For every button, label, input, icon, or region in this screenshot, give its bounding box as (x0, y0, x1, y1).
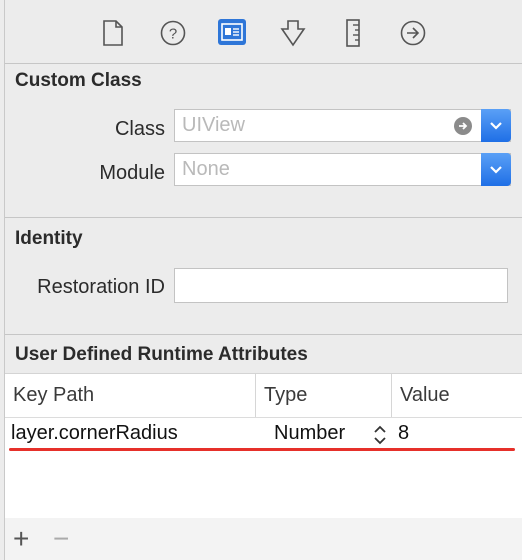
inspector-toolbar: ? (5, 0, 522, 64)
red-underline-annotation (9, 448, 515, 451)
svg-text:?: ? (169, 26, 177, 43)
column-header-value[interactable]: Value (392, 374, 522, 417)
class-placeholder: UIView (182, 114, 245, 136)
restoration-id-input[interactable] (174, 268, 508, 303)
class-field[interactable]: UIView (174, 109, 511, 142)
attributes-inspector-icon[interactable] (278, 18, 308, 48)
module-label: Module (99, 162, 165, 184)
class-dropdown-button[interactable] (481, 109, 511, 142)
add-attribute-button[interactable]: + (13, 525, 29, 553)
module-placeholder: None (182, 158, 230, 180)
type-stepper-icon[interactable] (373, 424, 387, 451)
module-field[interactable]: None (174, 153, 511, 186)
custom-class-title: Custom Class (15, 70, 142, 91)
identity-inspector-icon[interactable] (218, 19, 246, 45)
connections-inspector-icon[interactable] (398, 18, 428, 48)
runtime-attributes-table: Key Path Type Value layer.cornerRadius N… (5, 373, 522, 520)
column-header-type[interactable]: Type (256, 374, 392, 417)
column-header-key-path[interactable]: Key Path (5, 374, 256, 417)
file-inspector-icon[interactable] (98, 18, 128, 48)
type-cell[interactable]: Number (274, 422, 345, 445)
size-inspector-icon[interactable] (338, 18, 368, 48)
remove-attribute-button[interactable]: − (53, 525, 69, 553)
restoration-id-label: Restoration ID (37, 276, 165, 298)
identity-inspector-panel: ? Custom Class Class UIView Module None (4, 0, 522, 560)
section-divider (5, 334, 522, 335)
table-header: Key Path Type Value (5, 374, 522, 418)
runtime-attributes-title: User Defined Runtime Attributes (15, 344, 308, 365)
add-remove-bar: + − (5, 518, 522, 560)
value-cell[interactable]: 8 (398, 422, 409, 445)
identity-title: Identity (15, 228, 83, 249)
goto-class-icon[interactable] (454, 117, 472, 135)
chevron-down-icon (490, 165, 502, 174)
chevron-down-icon (490, 121, 502, 130)
class-label: Class (114, 118, 165, 140)
section-divider (5, 217, 522, 218)
module-dropdown-button[interactable] (481, 153, 511, 186)
key-path-cell[interactable]: layer.cornerRadius (11, 422, 178, 445)
quick-help-icon[interactable]: ? (158, 18, 188, 48)
